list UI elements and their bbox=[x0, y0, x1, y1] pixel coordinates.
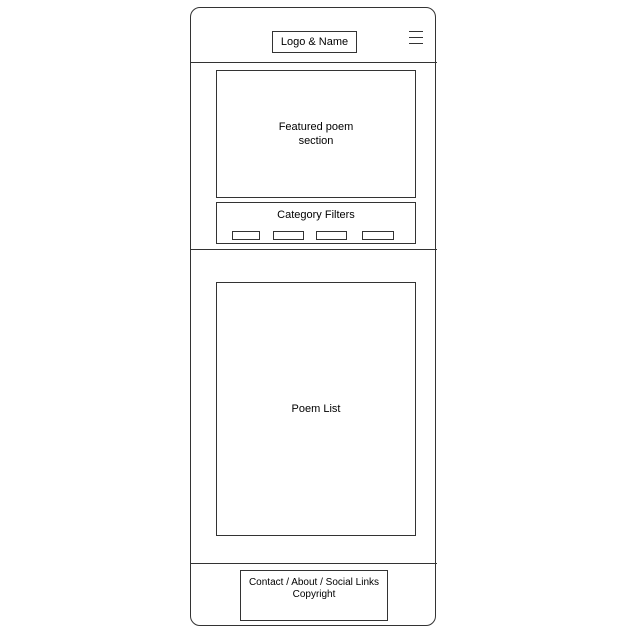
category-filter-chip-1[interactable] bbox=[232, 231, 260, 240]
hamburger-line bbox=[409, 43, 423, 44]
header-divider bbox=[190, 62, 437, 63]
category-filter-chip-2[interactable] bbox=[273, 231, 304, 240]
poem-list-label: Poem List bbox=[291, 403, 341, 415]
category-filter-chip-3[interactable] bbox=[316, 231, 347, 240]
featured-poem-label: Featured poem section bbox=[278, 121, 354, 147]
hamburger-line bbox=[409, 31, 423, 32]
category-filter-chip-4[interactable] bbox=[362, 231, 394, 240]
logo-and-name[interactable]: Logo & Name bbox=[272, 31, 357, 53]
footer-copyright: Copyright bbox=[292, 589, 336, 600]
footer-divider bbox=[190, 563, 437, 564]
logo-label: Logo & Name bbox=[280, 36, 349, 48]
filters-divider bbox=[190, 249, 437, 250]
hamburger-menu-icon[interactable] bbox=[409, 30, 423, 44]
hamburger-line bbox=[409, 37, 423, 38]
category-filters-title: Category Filters bbox=[277, 209, 355, 221]
